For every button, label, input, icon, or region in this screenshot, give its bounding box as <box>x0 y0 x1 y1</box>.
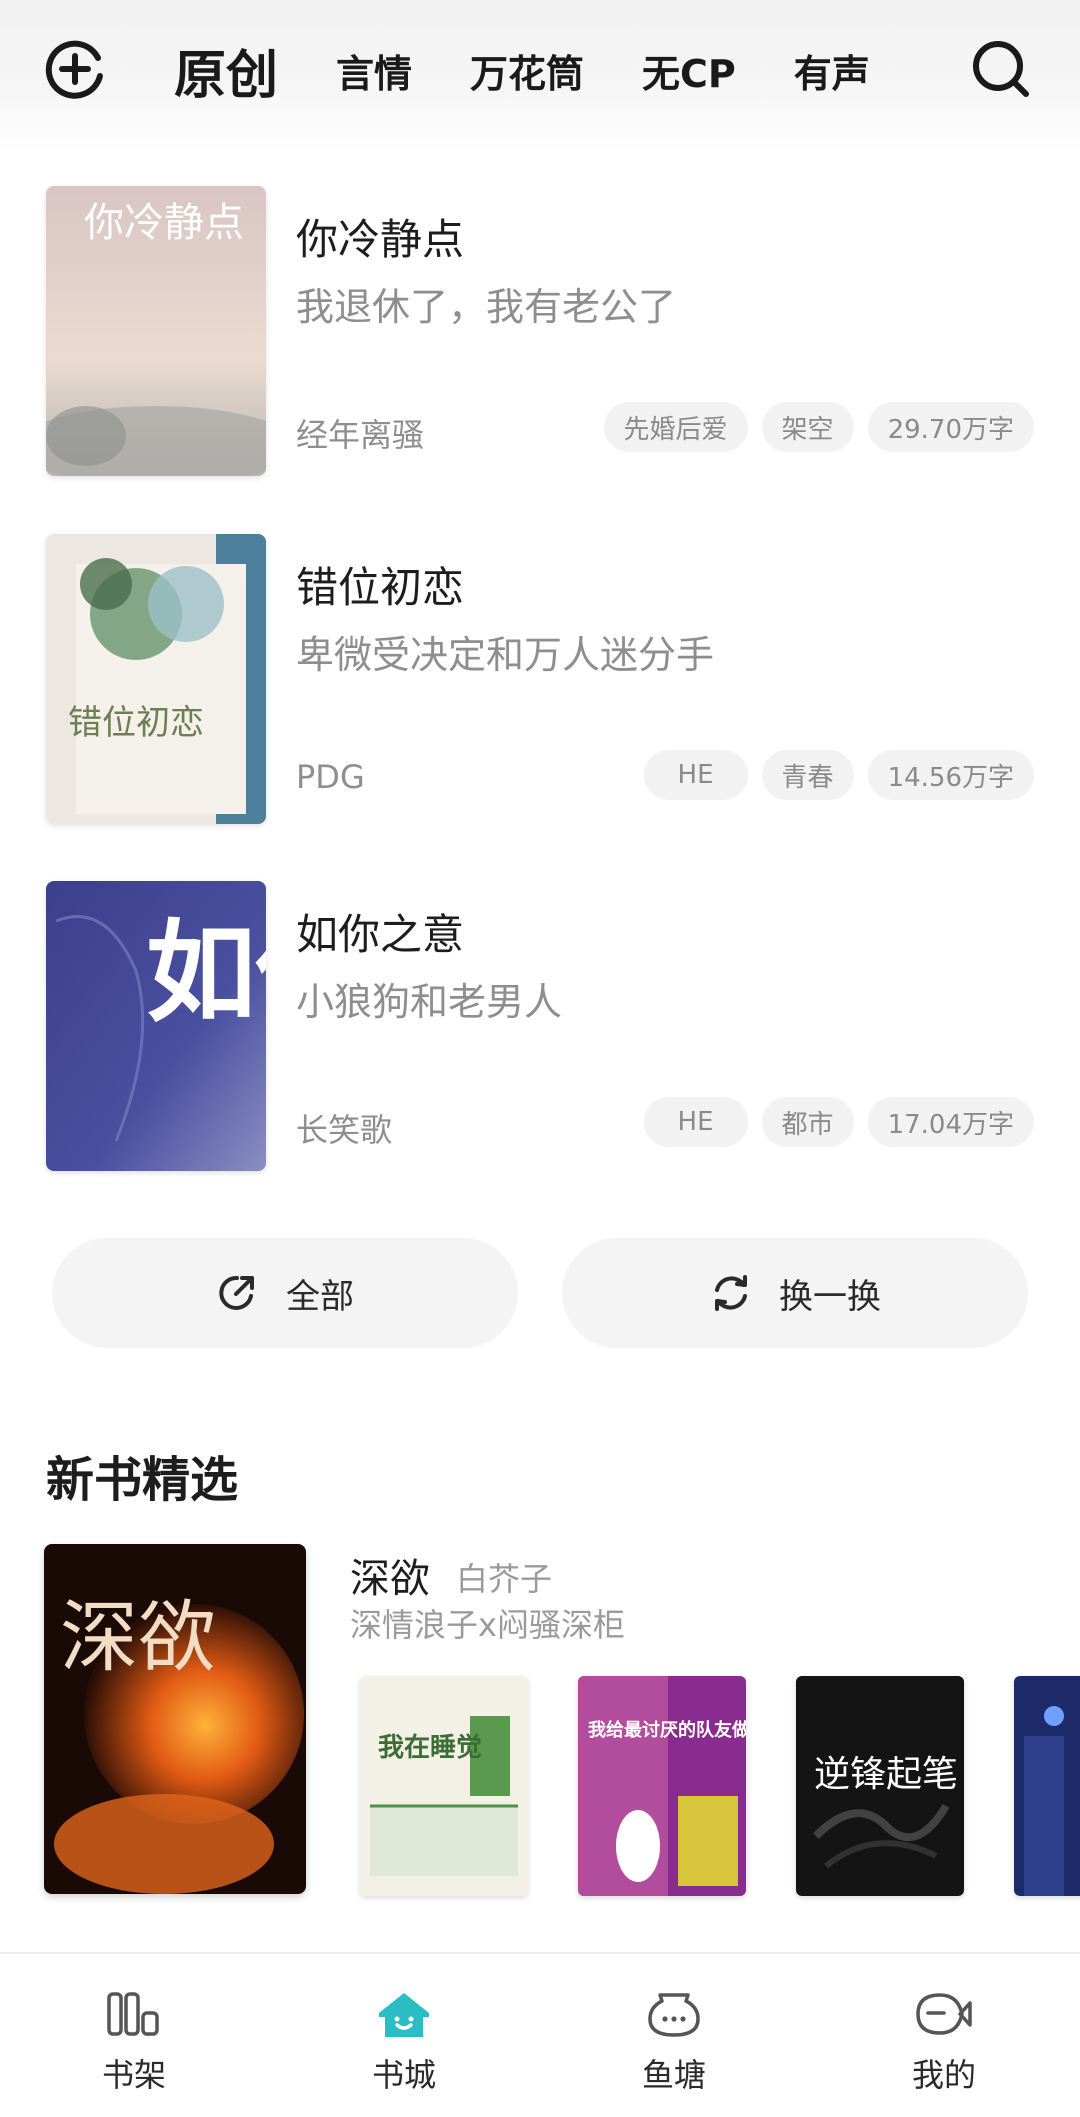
nav-label: 书架 <box>101 2056 166 2094</box>
nav-label: 鱼塘 <box>641 2056 706 2094</box>
book-title: 如你之意 <box>296 910 465 959</box>
word-count-tag: 14.56万字 <box>867 750 1034 800</box>
section-title-new-books: 新书精选 <box>46 1452 239 1508</box>
bookstore-icon <box>374 1986 434 2042</box>
bookshelf-icon <box>104 1986 164 2042</box>
new-book-cover[interactable] <box>1014 1676 1080 1896</box>
bottom-navigation-bar: 书架 书城 鱼塘 我的 <box>0 1952 1080 2117</box>
nav-bookshelf[interactable]: 书架 <box>34 1954 234 2117</box>
tag: 青春 <box>761 750 854 800</box>
book-description: 小狼狗和老男人 <box>296 980 563 1024</box>
refresh-icon <box>709 1271 753 1315</box>
tag: 架空 <box>761 402 854 452</box>
search-button[interactable] <box>966 34 1036 104</box>
add-button[interactable] <box>40 34 110 104</box>
book-author: 经年离骚 <box>296 416 425 454</box>
tag: HE <box>643 750 748 800</box>
tag: 先婚后爱 <box>603 402 748 452</box>
nav-label: 我的 <box>911 2056 976 2094</box>
tag: 都市 <box>761 1097 854 1147</box>
book-description: 卑微受决定和万人迷分手 <box>296 633 715 677</box>
book-description: 我退休了，我有老公了 <box>296 285 677 329</box>
book-title: 你冷静点 <box>296 215 465 264</box>
cover-title-text: 我在睡觉 <box>378 1733 482 1763</box>
refresh-label: 换一换 <box>779 1276 881 1317</box>
new-book-cover[interactable]: 我在睡觉 <box>360 1676 528 1896</box>
featured-book-author: 白芥子 <box>456 1560 553 1598</box>
cover-title-text: 深欲 <box>60 1593 216 1683</box>
book-tags: HE 都市 17.04万字 <box>643 1097 1034 1147</box>
cover-title-text: 错位初恋 <box>68 703 204 743</box>
cover-title-text: 如你 <box>146 908 266 1037</box>
cover-title-text: 你冷静点 <box>84 200 244 246</box>
cover-title-text: 我给最讨厌的队友做狗 <box>588 1719 746 1741</box>
book-store-page: 原创 言情 万花筒 无CP 有声 你冷静点 你冷静点 我退休了，我有老公了 经年… <box>0 0 1080 2117</box>
book-cover: 错位初恋 <box>46 534 266 824</box>
tab-kaleidoscope[interactable]: 万花筒 <box>470 43 584 98</box>
nav-label: 书城 <box>371 2056 436 2094</box>
book-item[interactable]: 如你 如你之意 小狼狗和老男人 长笑歌 HE 都市 17.04万字 <box>0 881 1080 1181</box>
book-author: PDG <box>296 758 365 796</box>
featured-book-cover[interactable]: 深欲 <box>44 1544 306 1894</box>
tab-romance[interactable]: 言情 <box>336 43 412 98</box>
book-title: 错位初恋 <box>296 563 465 612</box>
nav-fishpond[interactable]: 鱼塘 <box>574 1954 774 2117</box>
book-tags: 先婚后爱 架空 29.70万字 <box>603 402 1034 452</box>
book-cover: 你冷静点 <box>46 186 266 476</box>
cover-title-text: 逆锋起笔 <box>814 1754 958 1795</box>
word-count-tag: 29.70万字 <box>867 402 1034 452</box>
book-author: 长笑歌 <box>296 1111 393 1149</box>
external-link-icon <box>216 1271 260 1315</box>
tag: HE <box>643 1097 748 1147</box>
top-navigation-bar: 原创 言情 万花筒 无CP 有声 <box>0 0 1080 152</box>
tab-audio[interactable]: 有声 <box>794 43 870 98</box>
plus-circle-icon <box>45 40 103 99</box>
fishpond-icon <box>644 1986 704 2042</box>
new-book-cover[interactable]: 我给最讨厌的队友做狗 <box>578 1676 746 1896</box>
featured-book-description: 深情浪子x闷骚深柜 <box>350 1606 625 1644</box>
tab-original[interactable]: 原创 <box>174 33 278 108</box>
nav-bookstore[interactable]: 书城 <box>304 1954 504 2117</box>
nav-profile[interactable]: 我的 <box>844 1954 1044 2117</box>
book-item[interactable]: 你冷静点 你冷静点 我退休了，我有老公了 经年离骚 先婚后爱 架空 29.70万… <box>0 186 1080 486</box>
book-tags: HE 青春 14.56万字 <box>643 750 1034 800</box>
word-count-tag: 17.04万字 <box>867 1097 1034 1147</box>
book-cover: 如你 <box>46 881 266 1171</box>
featured-book-title[interactable]: 深欲 <box>350 1546 430 1604</box>
view-all-button[interactable]: 全部 <box>52 1238 518 1348</box>
profile-fish-icon <box>914 1986 974 2042</box>
new-book-cover[interactable]: 逆锋起笔 <box>796 1676 964 1896</box>
search-icon <box>973 41 1029 97</box>
view-all-label: 全部 <box>286 1276 354 1317</box>
category-tabs: 原创 言情 万花筒 无CP 有声 <box>174 28 928 112</box>
book-item[interactable]: 错位初恋 错位初恋 卑微受决定和万人迷分手 PDG HE 青春 14.56万字 <box>0 534 1080 834</box>
tab-no-cp[interactable]: 无CP <box>642 43 736 98</box>
refresh-button[interactable]: 换一换 <box>562 1238 1028 1348</box>
